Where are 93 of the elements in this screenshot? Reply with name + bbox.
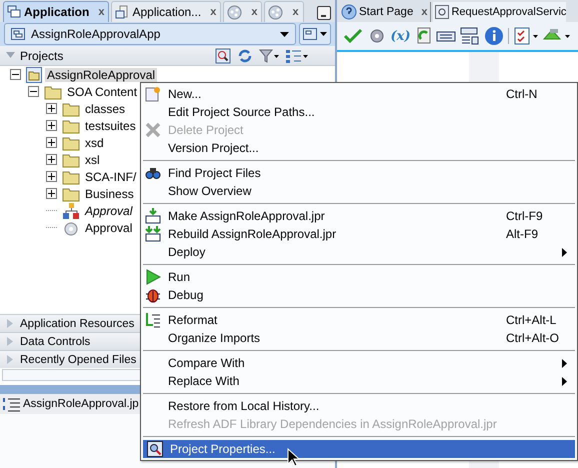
bug-icon — [145, 287, 161, 303]
view-options-icon[interactable] — [285, 48, 309, 64]
application-icon — [303, 28, 317, 40]
expander-icon[interactable] — [46, 103, 57, 114]
filter-icon[interactable] — [259, 48, 279, 64]
variable-button[interactable]: (x) — [390, 28, 411, 44]
project-icon — [26, 66, 42, 82]
rebuild-icon — [145, 226, 161, 242]
tree-item[interactable]: Approval — [83, 220, 134, 234]
menu-item[interactable]: Reformat Ctrl+Alt-L — [141, 311, 577, 329]
menu-item[interactable]: Compare With — [141, 354, 577, 372]
expander-icon[interactable] — [46, 137, 57, 148]
reformat-icon — [145, 312, 161, 328]
caret-icon — [320, 32, 327, 36]
checklist-icon[interactable] — [512, 27, 538, 45]
folder-icon — [62, 118, 80, 134]
menu-item[interactable]: Organize Imports Ctrl+Alt-O — [141, 329, 577, 347]
minimize-button[interactable] — [317, 6, 331, 20]
info-icon[interactable] — [484, 26, 504, 46]
tree-item[interactable]: SCA-INF/ — [83, 170, 138, 184]
panel-tab[interactable]: Application... x — [111, 1, 222, 22]
close-tab-button[interactable]: x — [421, 6, 428, 18]
windows-icon — [7, 5, 21, 19]
document-icon — [115, 5, 130, 19]
panel-tab[interactable]: x — [223, 1, 262, 22]
tree-item[interactable]: xsl — [83, 152, 102, 166]
editor-tab[interactable]: RequestApprovalServic — [433, 2, 566, 22]
tree-item[interactable]: xsd — [83, 136, 106, 150]
new-file-icon — [145, 86, 161, 102]
close-tab-button[interactable]: x — [251, 6, 258, 18]
expander-icon[interactable] — [10, 69, 21, 80]
application-dropdown[interactable]: AssignRoleApprovalApp — [4, 23, 296, 45]
projects-header[interactable]: Projects — [0, 46, 335, 66]
menu-item[interactable]: Find Project Files — [141, 164, 577, 182]
diagram-icon — [62, 202, 80, 218]
folder-icon — [44, 84, 62, 100]
menu-item[interactable]: Version Project... — [141, 139, 577, 157]
binoculars-icon — [145, 165, 161, 181]
panel-tab[interactable]: x — [264, 1, 304, 22]
application-menu-button[interactable] — [299, 23, 331, 45]
check-icon[interactable] — [343, 27, 363, 45]
menu-item[interactable]: Replace With — [141, 372, 577, 390]
menu-item[interactable]: Make AssignRoleApproval.jpr Ctrl-F9 — [141, 207, 577, 225]
tree-item[interactable]: testsuites — [83, 118, 138, 132]
list-icon[interactable] — [460, 27, 480, 45]
folder-icon — [62, 168, 80, 184]
menu-item[interactable]: Restore from Local History... — [141, 397, 577, 415]
tree-item[interactable]: Approval — [83, 204, 134, 218]
tree-item[interactable]: Business — [83, 186, 136, 200]
close-tab-button[interactable]: x — [210, 6, 216, 18]
menu-item[interactable]: Edit Project Source Paths... — [141, 103, 577, 121]
folder-icon — [62, 186, 80, 202]
close-tab-button[interactable]: x — [292, 6, 299, 18]
menu-item[interactable]: Project Properties... — [143, 440, 575, 458]
tree-item[interactable]: SOA Content — [65, 84, 140, 98]
play-icon — [145, 269, 161, 285]
application-icon — [11, 28, 25, 40]
shortcut-label: Alt-F9 — [506, 227, 538, 241]
expander-icon[interactable] — [28, 86, 39, 97]
outline-icon — [3, 396, 21, 412]
refresh-document-icon[interactable] — [414, 27, 432, 45]
shortcut-label: Ctrl+Alt-O — [506, 331, 560, 345]
structure-title: AssignRoleApproval.jp — [23, 398, 139, 410]
folder-icon — [62, 134, 80, 150]
search-icon[interactable] — [215, 48, 231, 64]
folder-icon — [62, 100, 80, 116]
menu-item[interactable]: Deploy — [141, 243, 577, 261]
expander-icon[interactable] — [46, 120, 57, 131]
globe-icon — [268, 4, 284, 20]
close-tab-button[interactable]: x — [98, 6, 104, 18]
delete-icon — [145, 122, 161, 138]
menu-item[interactable]: Run — [141, 268, 577, 286]
menu-item[interactable]: Debug — [141, 286, 577, 304]
menu-item[interactable]: New... Ctrl-N — [141, 85, 577, 103]
panel-tab[interactable]: Application x — [3, 1, 110, 22]
shortcut-label: Ctrl-N — [506, 87, 538, 101]
menu-item[interactable]: Show Overview — [141, 182, 577, 200]
refresh-icon[interactable] — [237, 48, 253, 64]
shortcut-label: Ctrl-F9 — [506, 209, 543, 223]
expand-icon — [6, 52, 15, 59]
menu-item[interactable]: Rebuild AssignRoleApproval.jpr Alt-F9 — [141, 225, 577, 243]
build-icon — [145, 208, 161, 224]
expander-icon[interactable] — [46, 171, 57, 182]
properties-icon — [147, 441, 163, 457]
tree-item[interactable]: classes — [83, 102, 128, 116]
shortcut-label: Ctrl+Alt-L — [506, 313, 556, 327]
folder-icon — [62, 152, 80, 168]
caret-icon — [280, 32, 289, 36]
globe-icon — [227, 4, 242, 20]
tree-item[interactable]: AssignRoleApproval — [45, 68, 158, 82]
expander-icon[interactable] — [46, 154, 57, 165]
expander-icon[interactable] — [46, 188, 57, 199]
help-icon — [341, 4, 357, 20]
